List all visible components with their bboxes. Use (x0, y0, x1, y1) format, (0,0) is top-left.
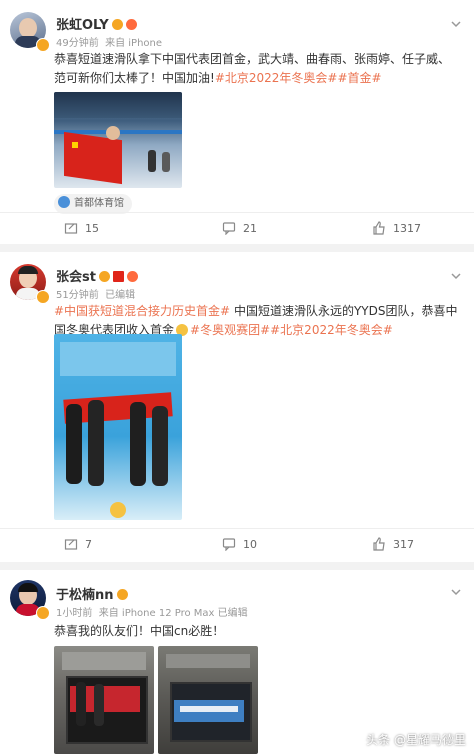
member-icon (111, 19, 123, 30)
repost-button[interactable]: 7 (64, 537, 92, 551)
repost-count: 15 (85, 222, 99, 235)
chevron-down-icon[interactable] (450, 270, 462, 282)
post-card: 张虹OLY 49分钟前 来自 iPhone 恭喜短道速滑队拿下中国代表团首金，武… (0, 0, 474, 244)
like-count: 317 (393, 538, 414, 551)
comment-button[interactable]: 21 (222, 221, 257, 236)
action-bar: 15 21 1317 (0, 212, 474, 243)
like-button[interactable]: 1317 (372, 221, 421, 235)
comment-icon (222, 222, 236, 236)
comment-count: 21 (243, 222, 257, 235)
post-text: 恭喜短道速滑队拿下中国代表团首金，武大靖、曲春雨、张雨婷、任子威、范可新你们太棒… (54, 50, 460, 88)
hashtag-link[interactable]: #中国获短道混合接力历史首金# (54, 304, 230, 318)
location-label: 首都体育馆 (74, 198, 124, 209)
watermark: 头条 @星耀马德里 (366, 733, 466, 747)
post-image[interactable] (54, 646, 154, 754)
location-tag[interactable]: 首都体育馆 (54, 194, 132, 214)
post-card: 张会st 51分钟前 已编辑 #中国获短道混合接力历史首金# 中国短道速滑队永远… (0, 252, 474, 562)
hashtag-link[interactable]: #冬奥观赛团##北京2022年冬奥会# (190, 323, 393, 337)
member-icon (116, 589, 128, 600)
chevron-down-icon[interactable] (450, 586, 462, 598)
post-card: 于松楠nn 1小时前 来自 iPhone 12 Pro Max 已编辑 恭喜我的… (0, 570, 474, 754)
post-meta: 49分钟前 来自 iPhone (56, 34, 162, 49)
like-button[interactable]: 317 (372, 537, 414, 551)
comment-icon (222, 538, 236, 552)
username[interactable]: 于松楠nn (56, 584, 128, 603)
member-icon (98, 271, 110, 282)
post-time: 51分钟前 (56, 290, 99, 301)
username[interactable]: 张会st (56, 266, 138, 285)
comment-count: 10 (243, 538, 257, 551)
post-time: 1小时前 (56, 608, 93, 619)
post-image[interactable] (54, 334, 182, 520)
username-text: 于松楠nn (56, 588, 114, 603)
fan-badge-icon (125, 19, 137, 30)
username-text: 张会st (56, 270, 96, 285)
verified-badge-icon (36, 38, 50, 52)
like-icon (373, 221, 385, 235)
verified-badge-icon (36, 606, 50, 620)
repost-icon (64, 223, 78, 234)
post-meta: 51分钟前 已编辑 (56, 286, 135, 301)
post-image[interactable] (54, 92, 182, 188)
fan-badge-icon (126, 271, 138, 282)
like-count: 1317 (393, 222, 421, 235)
post-source: 来自 iPhone 12 Pro Max 已编辑 (98, 608, 248, 619)
username[interactable]: 张虹OLY (56, 14, 137, 33)
action-bar: 7 10 317 (0, 528, 474, 559)
location-icon (58, 196, 70, 208)
comment-button[interactable]: 10 (222, 537, 257, 552)
post-time: 49分钟前 (56, 38, 99, 49)
post-text: 恭喜我的队友们！中国cn必胜！ (54, 622, 460, 641)
post-body: 恭喜我的队友们！中国cn必胜！ (54, 624, 225, 638)
post-image[interactable] (158, 646, 258, 754)
post-meta: 1小时前 来自 iPhone 12 Pro Max 已编辑 (56, 604, 248, 619)
repost-count: 7 (85, 538, 92, 551)
verified-badge-icon (36, 290, 50, 304)
chevron-down-icon[interactable] (450, 18, 462, 30)
like-icon (373, 537, 385, 551)
username-text: 张虹OLY (56, 18, 109, 33)
repost-icon (64, 539, 78, 550)
post-source: 来自 iPhone (105, 38, 163, 49)
flag-icon (112, 271, 124, 282)
hashtag-link[interactable]: #北京2022年冬奥会##首金# (215, 71, 382, 85)
post-source: 已编辑 (105, 290, 136, 301)
repost-button[interactable]: 15 (64, 221, 99, 235)
